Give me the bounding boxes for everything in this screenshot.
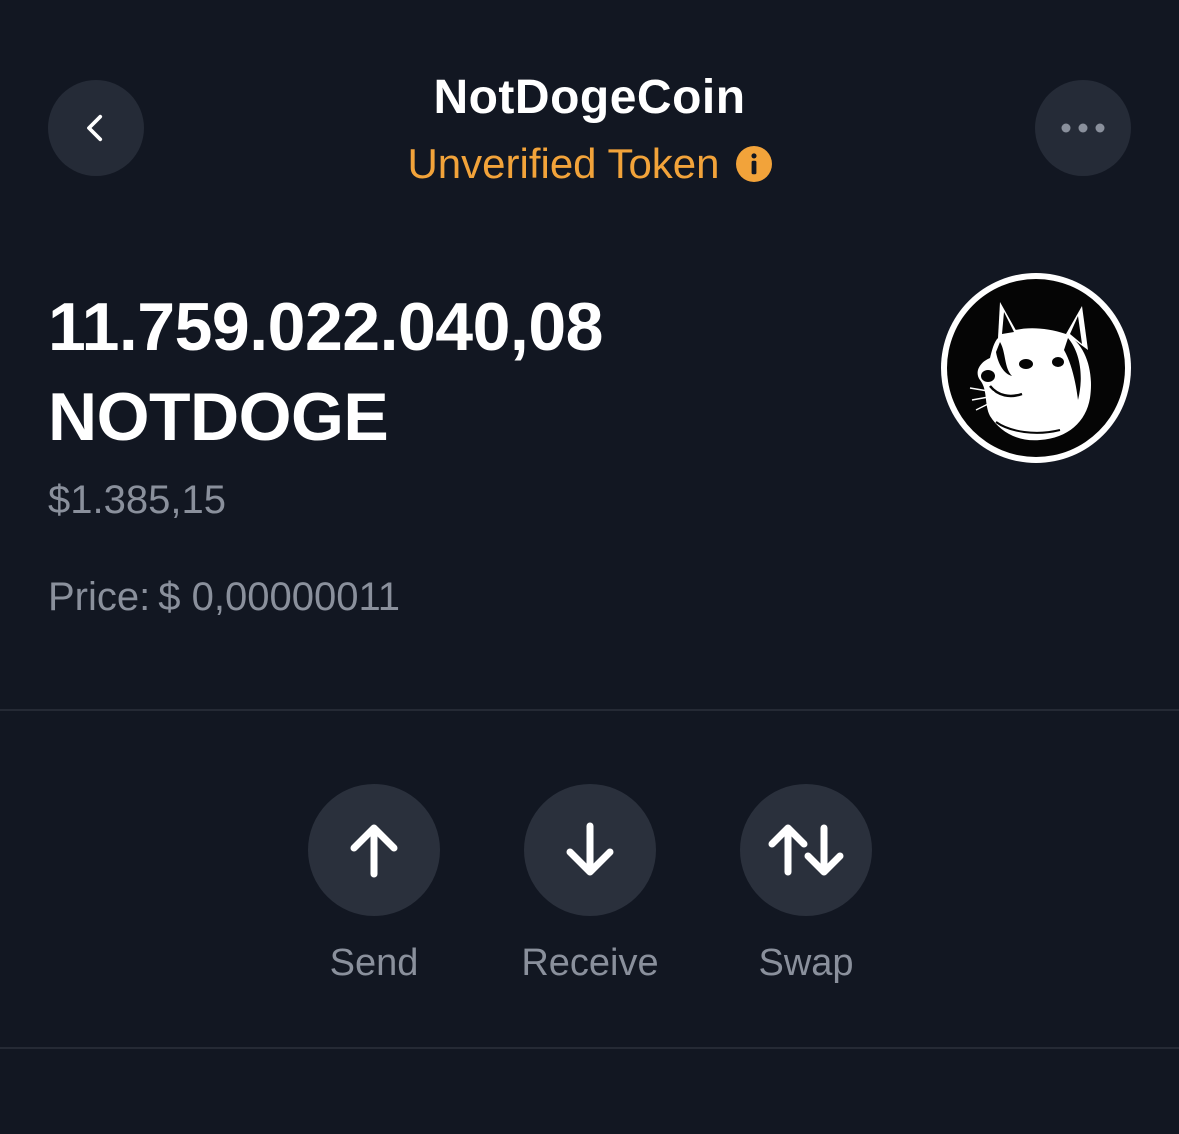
receive-button[interactable] [524, 784, 656, 916]
fiat-value: $1.385,15 [48, 478, 226, 522]
price-value: $ 0,00000011 [158, 575, 400, 619]
send-button[interactable] [308, 784, 440, 916]
divider [0, 1047, 1179, 1049]
token-balance: 11.759.022.040,08 NOTDOGE [48, 282, 603, 462]
swap-label: Swap [758, 942, 854, 984]
arrow-down-icon [566, 822, 614, 876]
arrow-up-icon [350, 824, 398, 878]
swap-action[interactable]: Swap [706, 784, 906, 985]
send-action[interactable]: Send [274, 784, 474, 985]
receive-label: Receive [521, 942, 659, 984]
price-label: Price: [48, 575, 151, 619]
send-label: Send [329, 942, 419, 984]
info-icon[interactable] [735, 146, 772, 182]
swap-arrows-icon [768, 824, 844, 876]
balance-amount: 11.759.022.040,08 [48, 289, 603, 365]
more-options-button[interactable] [1035, 80, 1131, 176]
balance-symbol: NOTDOGE [48, 379, 389, 455]
swap-button[interactable] [740, 784, 872, 916]
receive-action[interactable]: Receive [490, 784, 690, 985]
divider [0, 709, 1179, 711]
token-price: Price: $ 0,00000011 [48, 575, 408, 620]
token-title: NotDogeCoin [433, 71, 746, 124]
unverified-label: Unverified Token [407, 140, 720, 187]
ellipsis-icon [1061, 123, 1105, 133]
doge-logo-icon [941, 273, 1131, 463]
verification-status: Unverified Token [0, 140, 1179, 188]
